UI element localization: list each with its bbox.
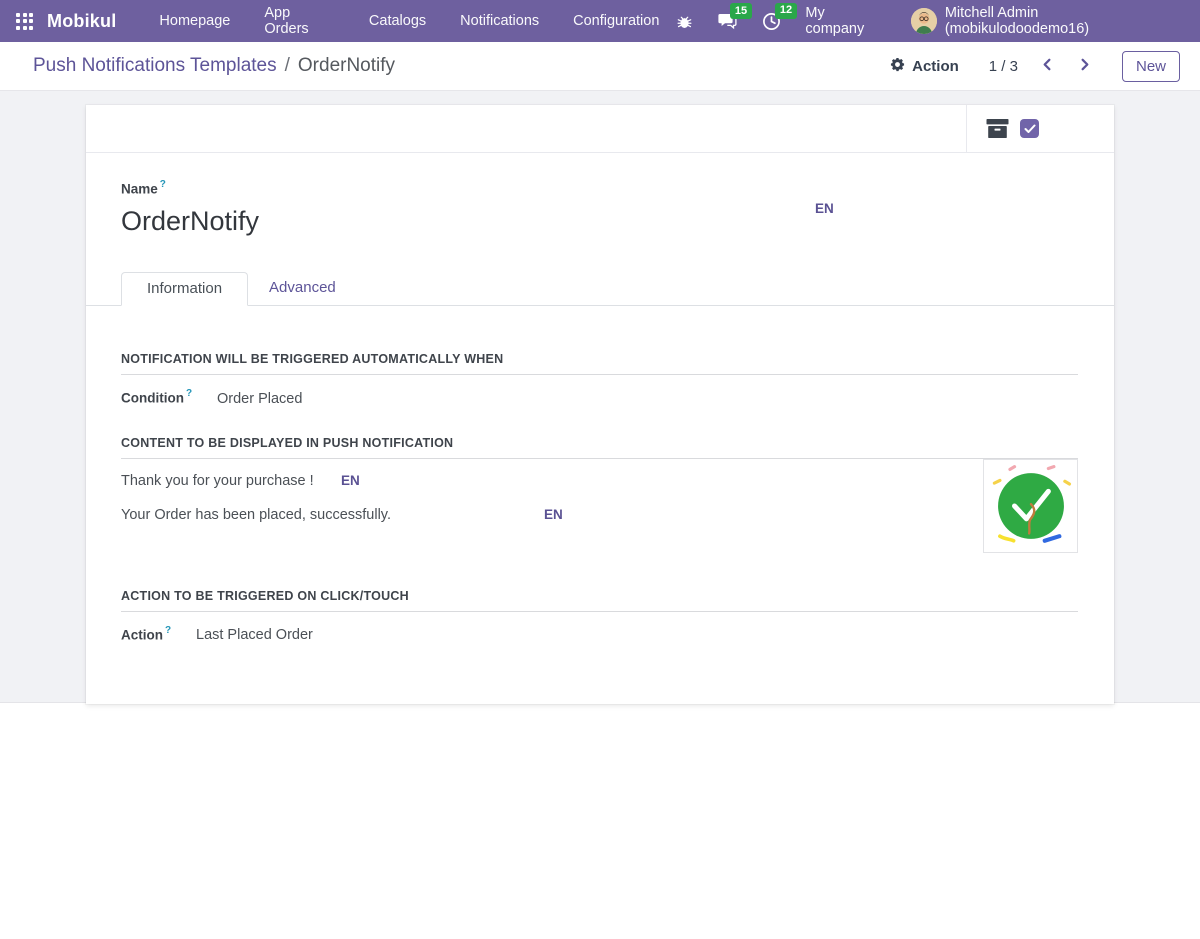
top-navbar: Mobikul Homepage App Orders Catalogs Not… — [0, 0, 1200, 42]
tab-advanced[interactable]: Advanced — [248, 271, 357, 305]
notification-body-value[interactable]: Your Order has been placed, successfully… — [121, 507, 391, 523]
control-panel-right: Action 1 / 3 New — [890, 50, 1180, 82]
content-section-title: CONTENT TO BE DISPLAYED IN PUSH NOTIFICA… — [121, 436, 1078, 459]
tab-information-content: NOTIFICATION WILL BE TRIGGERED AUTOMATIC… — [86, 306, 1114, 704]
action-field-value[interactable]: Last Placed Order — [196, 627, 313, 643]
gear-icon — [890, 57, 905, 76]
breadcrumb-separator: / — [284, 55, 290, 76]
bug-icon[interactable] — [676, 13, 693, 30]
systray: 15 12 My company Mitchell Admin (mobikul… — [676, 2, 1184, 37]
breadcrumb-parent-link[interactable]: Push Notifications Templates — [33, 55, 277, 77]
user-menu[interactable]: Mitchell Admin (mobikulodoodemo16) — [910, 5, 1184, 37]
notebook-tabs: Information Advanced — [86, 271, 1114, 307]
nav-item-homepage[interactable]: Homepage — [142, 0, 247, 42]
condition-field-label: Condition? — [121, 388, 193, 406]
name-translation-badge[interactable]: EN — [815, 201, 834, 216]
success-checkmark-image — [992, 465, 1071, 544]
statusbar-right-cell — [966, 105, 1114, 152]
form-view-content: Name? OrderNotify EN Information Advance… — [0, 91, 1200, 704]
company-menu[interactable]: My company — [805, 5, 886, 37]
messages-count-badge: 15 — [730, 3, 752, 19]
main-menu: Homepage App Orders Catalogs Notificatio… — [142, 0, 676, 42]
activities-clock-icon[interactable]: 12 — [762, 2, 797, 31]
new-button[interactable]: New — [1121, 50, 1180, 82]
notification-title-translation-badge[interactable]: EN — [341, 473, 360, 488]
checked-checkbox-icon[interactable] — [1020, 119, 1039, 138]
tab-information[interactable]: Information — [121, 272, 249, 307]
action-field-label: Action? — [121, 624, 172, 642]
action-help-marker: ? — [165, 624, 172, 636]
name-field-group: Name? OrderNotify EN — [86, 153, 1114, 272]
breadcrumb-current: OrderNotify — [297, 55, 396, 76]
messages-icon[interactable]: 15 — [717, 3, 752, 30]
content-section: CONTENT TO BE DISPLAYED IN PUSH NOTIFICA… — [121, 436, 1078, 527]
nav-item-app-orders[interactable]: App Orders — [247, 0, 352, 42]
user-avatar — [910, 8, 937, 34]
trigger-section-title: NOTIFICATION WILL BE TRIGGERED AUTOMATIC… — [121, 352, 1078, 376]
condition-field-row: Condition? Order Placed — [121, 388, 1078, 407]
action-section: ACTION TO BE TRIGGERED ON CLICK/TOUCH Ac… — [121, 589, 1078, 644]
pager-previous-button[interactable] — [1036, 53, 1059, 79]
action-menu-label: Action — [912, 57, 959, 75]
action-field-row: Action? Last Placed Order — [121, 625, 1078, 644]
action-section-title: ACTION TO BE TRIGGERED ON CLICK/TOUCH — [121, 589, 1078, 612]
chevron-left-icon — [1040, 57, 1055, 75]
pager-value[interactable]: 1 / 3 — [989, 58, 1018, 75]
nav-item-configuration[interactable]: Configuration — [556, 0, 676, 42]
notification-image-thumbnail[interactable] — [983, 459, 1078, 554]
notification-title-row: Thank you for your purchase ! EN — [121, 473, 1078, 493]
control-panel: Push Notifications Templates / OrderNoti… — [0, 42, 1200, 91]
name-help-marker: ? — [159, 179, 166, 190]
archive-box-icon[interactable] — [985, 118, 1010, 139]
notification-body-translation-badge[interactable]: EN — [544, 507, 563, 522]
notification-body-row: Your Order has been placed, successfully… — [121, 507, 1078, 527]
condition-help-marker: ? — [185, 388, 193, 400]
chevron-right-icon — [1077, 57, 1092, 75]
page-bottom-whitespace — [0, 703, 1200, 938]
form-sheet: Name? OrderNotify EN Information Advance… — [86, 105, 1114, 704]
form-statusbar — [86, 105, 1114, 153]
trigger-section: NOTIFICATION WILL BE TRIGGERED AUTOMATIC… — [121, 352, 1078, 407]
condition-field-value[interactable]: Order Placed — [217, 391, 302, 407]
name-field-label: Name? — [121, 179, 166, 197]
nav-item-notifications[interactable]: Notifications — [443, 0, 556, 42]
brand-menu[interactable]: Mobikul — [47, 11, 116, 32]
action-menu-button[interactable]: Action — [890, 57, 959, 76]
notification-title-value[interactable]: Thank you for your purchase ! — [121, 473, 314, 489]
apps-grid-icon[interactable] — [16, 12, 33, 30]
nav-item-catalogs[interactable]: Catalogs — [352, 0, 443, 42]
activities-count-badge: 12 — [775, 2, 797, 19]
user-name: Mitchell Admin (mobikulodoodemo16) — [944, 5, 1090, 37]
pager-next-button[interactable] — [1073, 53, 1096, 79]
breadcrumb: Push Notifications Templates / OrderNoti… — [33, 55, 395, 77]
name-field-value[interactable]: OrderNotify — [121, 204, 1078, 238]
